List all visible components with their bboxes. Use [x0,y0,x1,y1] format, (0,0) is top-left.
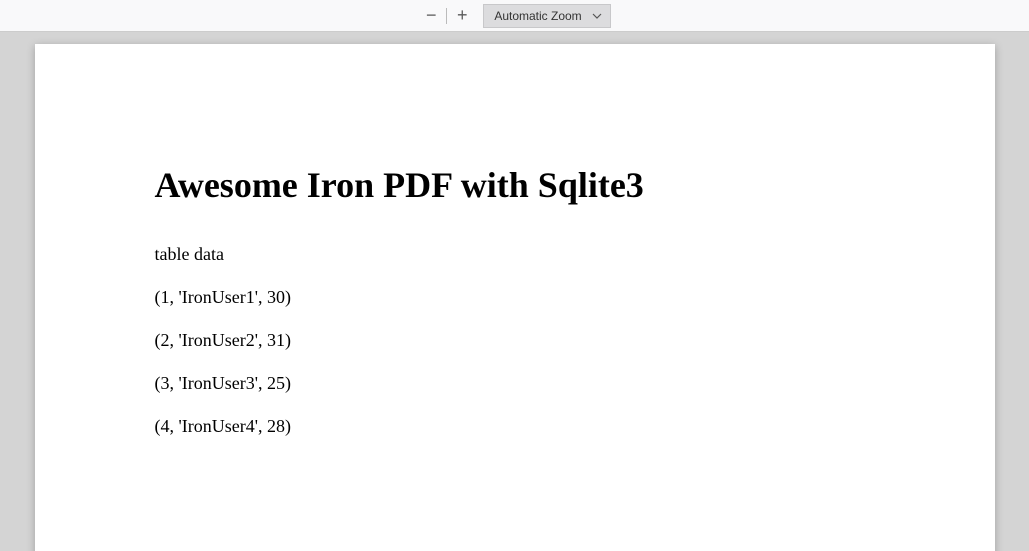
table-data-label: table data [155,244,875,265]
pdf-page: Awesome Iron PDF with Sqlite3 table data… [35,44,995,551]
toolbar-divider [446,8,447,24]
pdf-viewer-area[interactable]: Awesome Iron PDF with Sqlite3 table data… [0,32,1029,551]
zoom-level-select[interactable]: Automatic Zoom [483,4,610,28]
zoom-controls: − + Automatic Zoom [418,4,610,28]
zoom-in-button[interactable]: + [449,4,475,28]
table-row: (4, 'IronUser4', 28) [155,416,875,437]
page-title: Awesome Iron PDF with Sqlite3 [155,164,875,206]
table-row: (2, 'IronUser2', 31) [155,330,875,351]
pdf-toolbar: − + Automatic Zoom [0,0,1029,32]
zoom-level-label: Automatic Zoom [494,9,581,23]
table-row: (1, 'IronUser1', 30) [155,287,875,308]
minus-icon: − [426,5,437,26]
chevron-down-icon [592,13,602,19]
plus-icon: + [457,5,468,26]
table-row: (3, 'IronUser3', 25) [155,373,875,394]
zoom-out-button[interactable]: − [418,4,444,28]
